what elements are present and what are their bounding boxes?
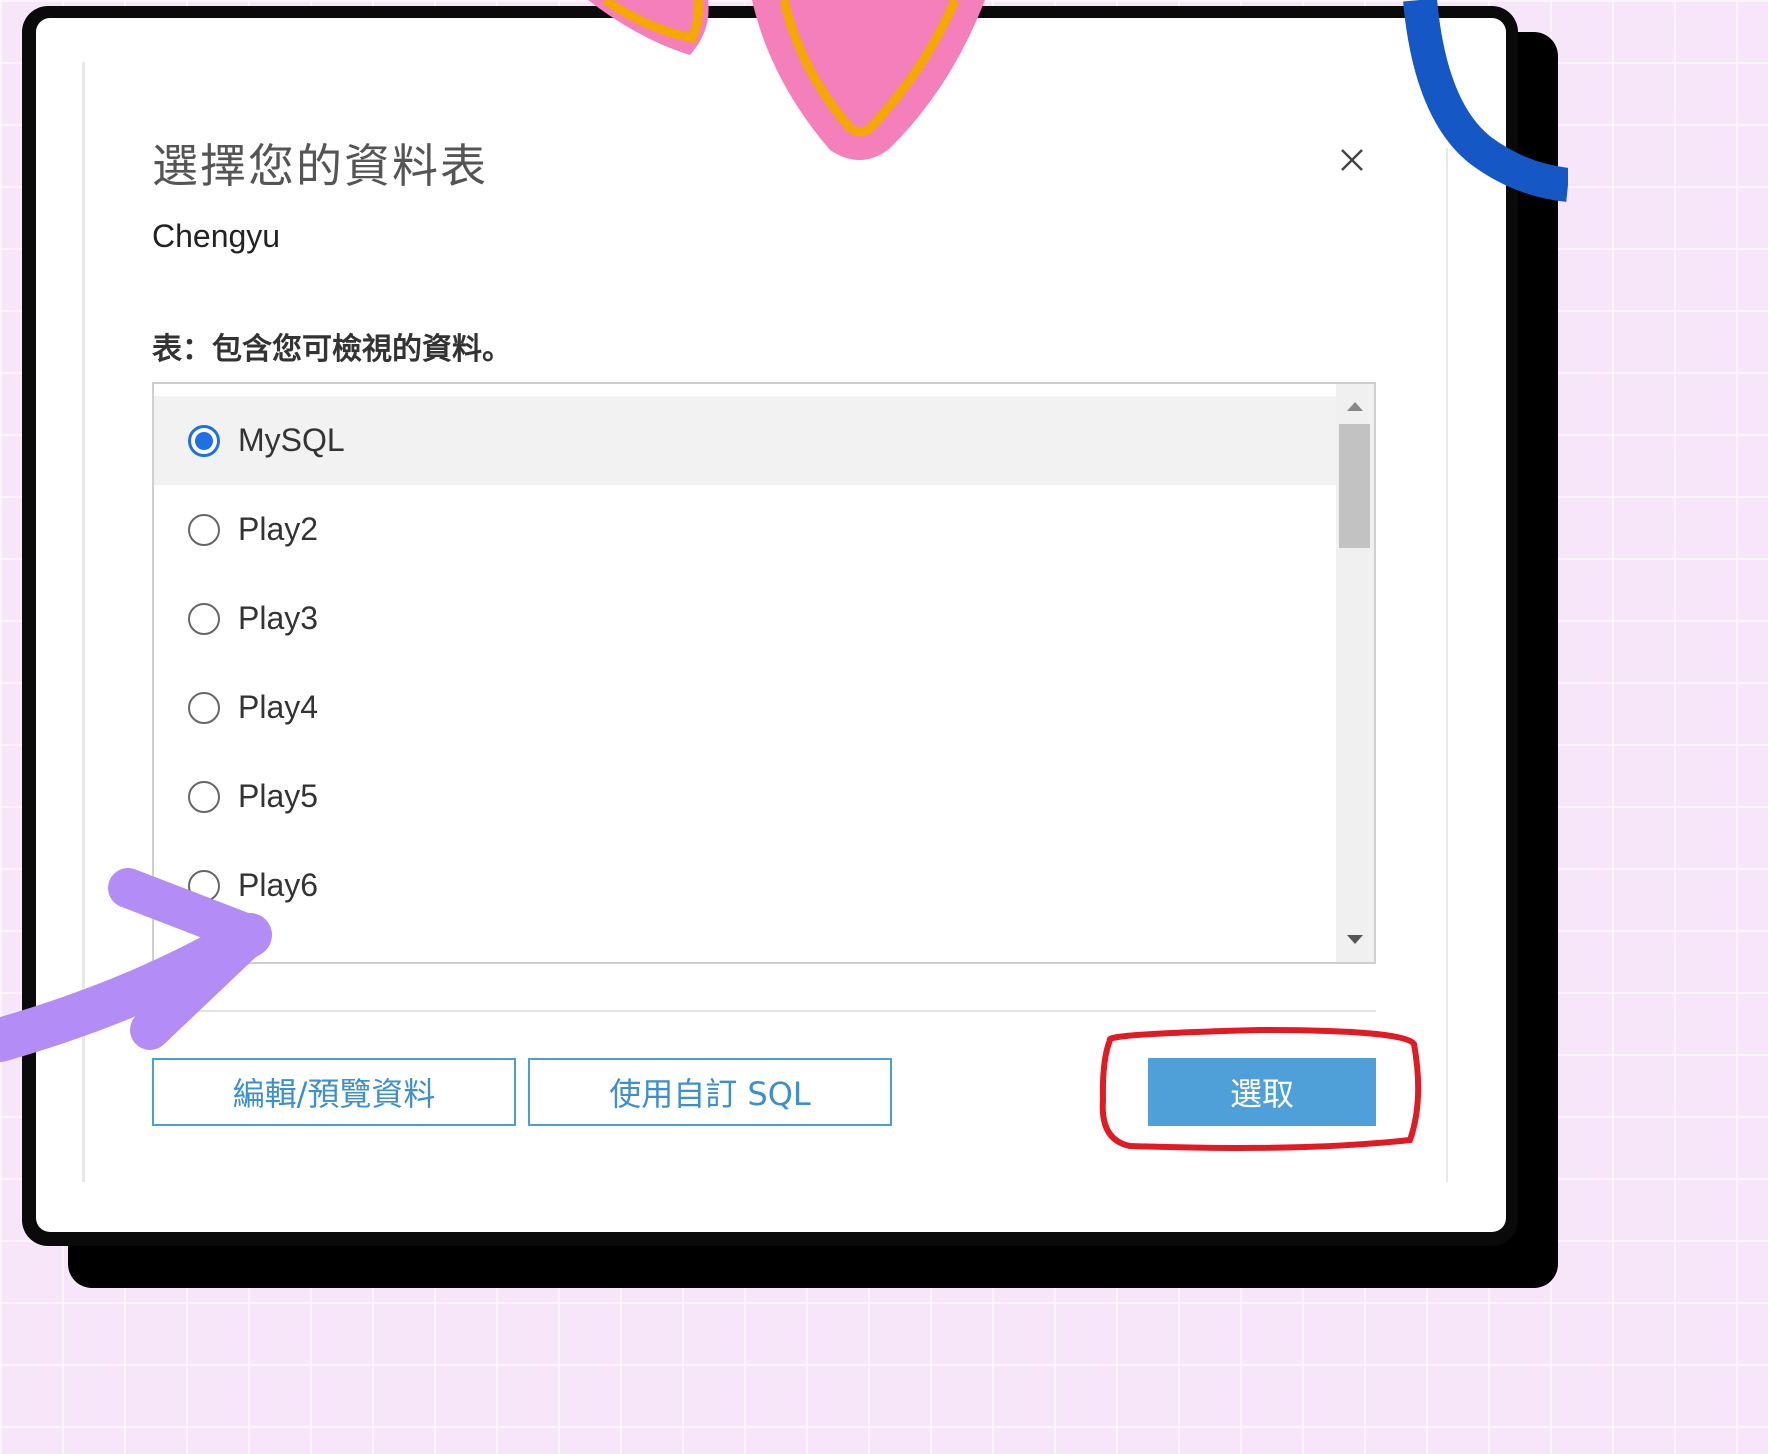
list-scrollbar[interactable] xyxy=(1336,384,1374,962)
scroll-up-icon[interactable] xyxy=(1347,402,1363,411)
radio-icon[interactable] xyxy=(188,424,220,457)
table-option-mysql[interactable]: MySQL xyxy=(154,396,1338,485)
radio-icon[interactable] xyxy=(188,513,220,546)
radio-icon[interactable] xyxy=(188,869,220,902)
scroll-down-icon[interactable] xyxy=(1347,935,1363,944)
table-option-label: Play5 xyxy=(238,778,319,814)
edit-preview-button[interactable]: 編輯/預覽資料 xyxy=(152,1058,516,1126)
table-option-play6[interactable]: Play6 xyxy=(154,841,1338,930)
table-option-label: Play6 xyxy=(238,867,319,903)
close-icon xyxy=(1341,149,1363,171)
radio-icon[interactable] xyxy=(188,691,220,724)
table-option-label: Play4 xyxy=(238,689,319,725)
table-option-label: Play2 xyxy=(238,511,319,547)
table-option-label: MySQL xyxy=(238,422,345,458)
table-list: MySQL Play2 Play3 Play4 Play5 Play6 xyxy=(152,382,1376,964)
panel-border-left xyxy=(82,62,85,1182)
footer-divider xyxy=(152,1010,1376,1012)
table-option-play2[interactable]: Play2 xyxy=(154,485,1338,574)
custom-sql-button[interactable]: 使用自訂 SQL xyxy=(528,1058,892,1126)
close-button[interactable] xyxy=(1332,140,1372,180)
table-list-label: 表：包含您可檢視的資料。 xyxy=(152,332,512,367)
scrollbar-thumb[interactable] xyxy=(1339,424,1370,548)
dialog-title: 選擇您的資料表 xyxy=(152,139,488,193)
table-list-rows: MySQL Play2 Play3 Play4 Play5 Play6 xyxy=(154,396,1338,930)
select-table-dialog: 選擇您的資料表 Chengyu 表：包含您可檢視的資料。 MySQL Play2… xyxy=(36,18,1506,1232)
radio-icon[interactable] xyxy=(188,602,220,635)
table-option-play3[interactable]: Play3 xyxy=(154,574,1338,663)
table-option-play4[interactable]: Play4 xyxy=(154,663,1338,752)
table-option-label: Play3 xyxy=(238,600,319,636)
table-option-play5[interactable]: Play5 xyxy=(154,752,1338,841)
connection-name: Chengyu xyxy=(152,218,281,254)
radio-icon[interactable] xyxy=(188,780,220,813)
select-button[interactable]: 選取 xyxy=(1148,1058,1376,1126)
panel-border-right xyxy=(1446,148,1448,1182)
